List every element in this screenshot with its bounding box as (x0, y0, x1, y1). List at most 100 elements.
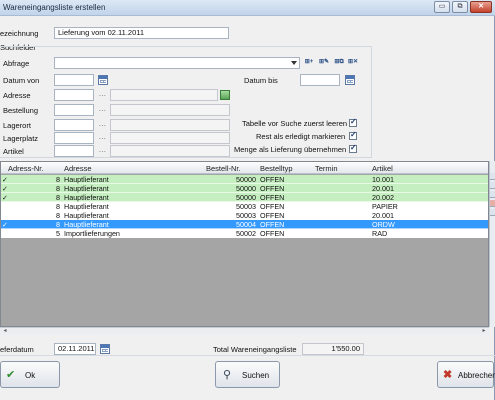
lagerplatz-input[interactable] (54, 132, 94, 144)
cell-adress-nr: 8 (56, 193, 60, 202)
filter-delete-icon[interactable]: ⊞✕ (347, 56, 359, 68)
cell-artikel: 20.001 (372, 211, 394, 220)
side-tool-icon[interactable] (490, 200, 495, 207)
cell-adress-nr: 5 (56, 229, 60, 238)
filter-copy-icon[interactable]: ⊞⧉ (333, 56, 345, 68)
lieferdatum-input[interactable]: 02.11.2011 (54, 343, 96, 355)
cell-artikel: PAPIER (372, 202, 398, 211)
suchen-button[interactable]: ⚲ Suchen (215, 361, 280, 388)
side-tool-icon[interactable] (490, 182, 495, 189)
cell-bestell-nr: 50003 (236, 202, 256, 211)
table-row[interactable]: ✓ 8 Hauptlieferant 50000 OFFEN 10.001 (1, 175, 488, 184)
lagerort-desc-field (110, 119, 230, 131)
column-header[interactable]: Adress-Nr. (8, 164, 43, 173)
bezeichnung-label: ezeichnung (0, 29, 39, 38)
artikel-input[interactable] (54, 145, 94, 157)
filter-add-icon[interactable]: ⊞+ (303, 56, 315, 68)
cell-adress-nr: 8 (56, 184, 60, 193)
column-header[interactable]: Artikel (372, 164, 393, 173)
table-row[interactable]: 8 Hauptlieferant 50003 OFFEN 20.001 (1, 211, 488, 220)
adresse-lookup-button[interactable]: ... (99, 91, 106, 98)
option-label: Tabelle vor Suche zuerst leeren (242, 119, 348, 128)
cell-typ: OFFEN (260, 184, 285, 193)
cell-bestell-nr: 50004 (236, 220, 256, 229)
cell-adresse: Hauptlieferant (64, 193, 109, 202)
column-header[interactable]: Bestelltyp (260, 164, 293, 173)
lieferdatum-label: eferdatum (0, 345, 34, 354)
cell-typ: OFFEN (260, 175, 285, 184)
menge-uebernehmen-checkbox[interactable] (349, 143, 357, 153)
cell-adresse: Hauptlieferant (64, 220, 109, 229)
grid-header: Adress-Nr. Adresse Bestell-Nr. Bestellty… (1, 162, 488, 174)
horizontal-scrollbar[interactable]: ◂ ▸ (0, 327, 489, 335)
green-square-icon[interactable] (220, 90, 230, 100)
cell-adress-nr: 8 (56, 175, 60, 184)
column-header[interactable]: Termin (315, 164, 338, 173)
abbrechen-button[interactable]: ✖ Abbrechen (437, 361, 495, 388)
table-row[interactable]: 8 Hauptlieferant 50003 OFFEN PAPIER (1, 202, 488, 211)
abfrage-dropdown[interactable] (54, 57, 300, 69)
datum-von-input[interactable] (54, 74, 94, 86)
cell-artikel: RAD (372, 229, 388, 238)
tabelle-leeren-checkbox[interactable] (349, 117, 357, 127)
datum-bis-input[interactable] (300, 74, 340, 86)
adresse-name-field (110, 89, 218, 101)
side-tool-icon[interactable] (490, 173, 495, 180)
cell-artikel: 10.001 (372, 175, 394, 184)
side-tool-icon[interactable] (490, 191, 495, 198)
table-row[interactable]: ✓ 8 Hauptlieferant 50004 OFFEN ORDW (1, 220, 488, 229)
cell-check: ✓ (2, 175, 9, 184)
bestellung-input[interactable] (54, 104, 94, 116)
column-header[interactable]: Adresse (64, 164, 92, 173)
calendar-icon[interactable] (98, 75, 108, 85)
lagerplatz-lookup-button[interactable]: ... (99, 134, 106, 141)
suchen-label: Suchen (242, 371, 270, 380)
cell-typ: OFFEN (260, 211, 285, 220)
cell-adresse: Hauptlieferant (64, 175, 109, 184)
cancel-icon: ✖ (443, 369, 453, 381)
title-bar[interactable]: Wareneingangsliste erstellen ▭ ⧉ ✕ (0, 0, 495, 16)
artikel-lookup-button[interactable]: ... (99, 147, 106, 154)
rest-erledigt-checkbox[interactable] (349, 130, 357, 140)
cell-adress-nr: 8 (56, 211, 60, 220)
bestellung-lookup-button[interactable]: ... (99, 106, 106, 113)
calendar-icon[interactable] (100, 344, 110, 354)
side-tool-icon[interactable] (490, 209, 495, 216)
adresse-input[interactable] (54, 89, 94, 101)
scroll-left-icon[interactable]: ◂ (1, 328, 9, 335)
search-icon: ⚲ (223, 369, 232, 381)
close-button[interactable]: ✕ (470, 1, 492, 13)
cell-artikel: ORDW (372, 220, 395, 229)
cell-typ: OFFEN (260, 193, 285, 202)
lagerplatz-desc-field (110, 132, 230, 144)
table-row[interactable]: ✓ 8 Hauptlieferant 50000 OFFEN 20.002 (1, 193, 488, 202)
abbrechen-label: Abbrechen (458, 371, 495, 380)
cell-artikel: 20.002 (372, 193, 394, 202)
cell-bestell-nr: 50000 (236, 184, 256, 193)
bezeichnung-input[interactable]: Lieferung vom 02.11.2011 (54, 27, 229, 39)
scroll-right-icon[interactable]: ▸ (480, 328, 488, 335)
bestellung-desc-field (110, 104, 230, 116)
wareneingang-grid[interactable]: Adress-Nr. Adresse Bestell-Nr. Bestellty… (0, 161, 489, 327)
checkmark-icon: ✔ (6, 369, 16, 381)
ok-button[interactable]: ✔ Ok (0, 361, 60, 388)
adresse-label: Adresse (3, 91, 31, 100)
cell-check: ✓ (2, 184, 9, 193)
filter-edit-icon[interactable]: ⊞✎ (318, 56, 330, 68)
cell-bestell-nr: 50000 (236, 193, 256, 202)
lagerort-input[interactable] (54, 119, 94, 131)
lagerort-lookup-button[interactable]: ... (99, 121, 106, 128)
cell-adresse: Hauptlieferant (64, 211, 109, 220)
minimize-button[interactable]: ▭ (434, 1, 450, 13)
chevron-down-icon (291, 61, 297, 65)
cell-check: ✓ (2, 193, 9, 202)
cell-bestell-nr: 50002 (236, 229, 256, 238)
column-header[interactable]: Bestell-Nr. (206, 164, 241, 173)
table-row[interactable]: ✓ 8 Hauptlieferant 50000 OFFEN 20.001 (1, 184, 488, 193)
option-label: Menge als Lieferung übernehmen (234, 145, 347, 154)
table-row[interactable]: 5 Importlieferungen 50002 OFFEN RAD (1, 229, 488, 238)
calendar-icon[interactable] (345, 75, 355, 85)
datum-von-label: Datum von (3, 76, 40, 85)
restore-button[interactable]: ⧉ (452, 1, 468, 13)
artikel-label: Artikel (3, 147, 24, 156)
